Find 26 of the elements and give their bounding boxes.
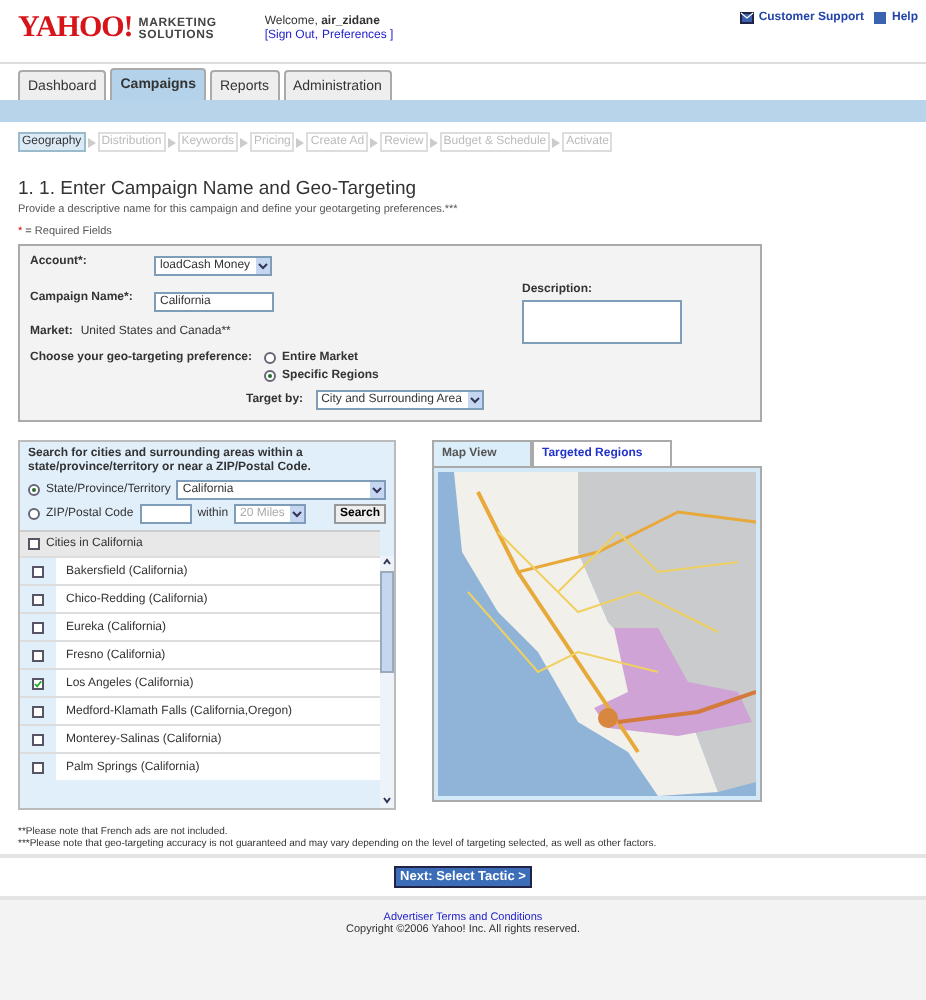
scrollbar[interactable]	[380, 556, 394, 808]
city-checkbox[interactable]	[32, 733, 44, 745]
step-arrow-icon	[429, 137, 438, 147]
step-arrow-icon	[167, 137, 176, 147]
dropdown-caret-icon[interactable]	[256, 258, 271, 274]
city-checkbox[interactable]	[32, 621, 44, 633]
step-arrow-icon	[552, 137, 561, 147]
dropdown-caret-icon[interactable]	[370, 482, 384, 498]
select-all-checkbox[interactable]	[28, 538, 40, 550]
envelope-icon	[740, 12, 755, 24]
city-checkbox[interactable]	[32, 761, 44, 773]
step-arrow-icon	[296, 137, 305, 147]
city-checkbox[interactable]	[32, 565, 44, 577]
city-checkbox[interactable]	[32, 677, 44, 689]
step-arrow-icon	[87, 137, 96, 147]
page-title: 1. 1. Enter Campaign Name and Geo-Targeting	[18, 178, 419, 200]
step-arrow-icon	[240, 137, 249, 147]
city-checkbox[interactable]	[32, 593, 44, 605]
zip-input[interactable]	[139, 504, 192, 524]
yahoo-logo: YAHOO!	[18, 12, 133, 46]
step-arrow-icon	[370, 137, 379, 147]
dropdown-caret-icon[interactable]	[467, 392, 482, 408]
description-field[interactable]	[522, 300, 682, 344]
city-checkbox[interactable]	[32, 649, 44, 661]
dropdown-caret-icon[interactable]	[290, 506, 305, 522]
city-checkbox[interactable]	[32, 705, 44, 717]
